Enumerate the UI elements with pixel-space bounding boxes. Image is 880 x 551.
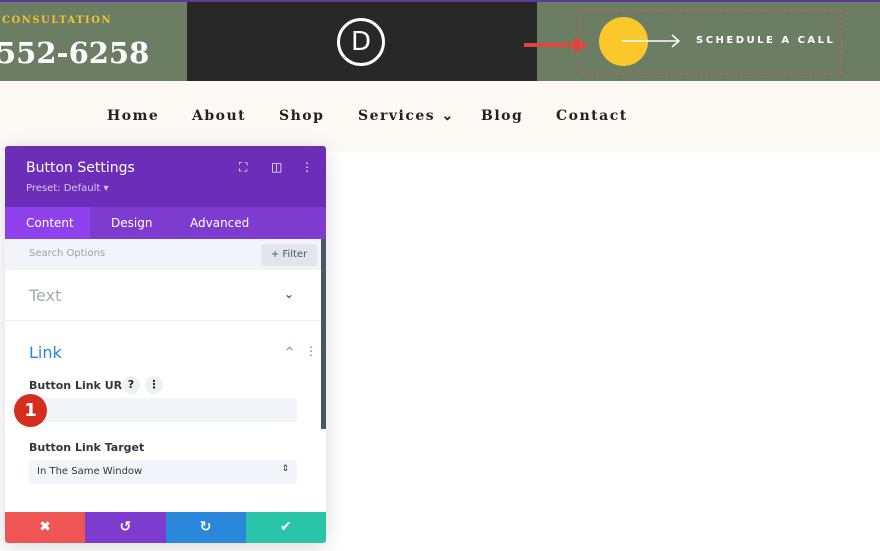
- panel-header: Button Settings Preset: Default ▾ ⛶ ◫ ⋮: [5, 146, 326, 207]
- filter-button[interactable]: + Filter: [261, 244, 317, 266]
- section-link[interactable]: Link: [29, 343, 62, 362]
- nav-blog[interactable]: Blog: [481, 108, 523, 124]
- link-target-select[interactable]: In The Same Window ⇕: [29, 460, 297, 484]
- help-icon[interactable]: ?: [122, 376, 140, 394]
- divider: [5, 320, 321, 321]
- chevron-down-icon[interactable]: ⌄: [284, 287, 294, 301]
- chevron-up-icon[interactable]: ^: [285, 345, 294, 358]
- section-menu-icon[interactable]: ⋮: [305, 344, 317, 358]
- nav-about[interactable]: About: [192, 108, 246, 124]
- step-badge: 1: [14, 394, 47, 427]
- consultation-label: CONSULTATION: [2, 15, 113, 26]
- redo-button[interactable]: ↻: [165, 512, 246, 543]
- nav-shop[interactable]: Shop: [279, 108, 324, 124]
- cancel-button[interactable]: ✖: [5, 512, 86, 543]
- nav-home[interactable]: Home: [107, 108, 159, 124]
- fullscreen-icon[interactable]: ⛶: [239, 160, 247, 175]
- schedule-call-label[interactable]: SCHEDULE A CALL: [696, 35, 835, 46]
- preset-dropdown[interactable]: Preset: Default ▾: [26, 183, 108, 194]
- nav-contact[interactable]: Contact: [556, 108, 628, 124]
- button-settings-panel: Button Settings Preset: Default ▾ ⛶ ◫ ⋮ …: [5, 146, 326, 543]
- search-input[interactable]: Search Options: [29, 248, 105, 259]
- link-target-label: Button Link Target: [29, 441, 145, 454]
- tab-advanced[interactable]: Advanced: [190, 207, 249, 239]
- divi-logo[interactable]: D: [337, 18, 385, 66]
- undo-button[interactable]: ↺: [85, 512, 166, 543]
- arrow-right-icon: [622, 34, 681, 48]
- field-menu-icon[interactable]: ⋮: [145, 376, 163, 394]
- save-button[interactable]: ✔: [245, 512, 326, 543]
- select-arrows-icon: ⇕: [281, 464, 289, 474]
- panel-title: Button Settings: [26, 160, 135, 176]
- link-url-label: Button Link URL: [29, 379, 130, 392]
- split-view-icon[interactable]: ◫: [271, 160, 282, 174]
- section-text[interactable]: Text: [29, 286, 61, 305]
- link-url-input[interactable]: [29, 398, 297, 422]
- phone-number[interactable]: 552-6258: [0, 36, 149, 70]
- panel-tabs: Content Design Advanced: [5, 207, 326, 239]
- nav-services[interactable]: Services ⌄: [358, 108, 455, 124]
- tab-design[interactable]: Design: [111, 207, 152, 239]
- scrollbar[interactable]: [321, 239, 326, 429]
- link-target-value: In The Same Window: [37, 466, 143, 477]
- more-options-icon[interactable]: ⋮: [301, 160, 313, 174]
- tab-content[interactable]: Content: [5, 207, 90, 239]
- search-options[interactable]: Search Options + Filter: [5, 239, 321, 270]
